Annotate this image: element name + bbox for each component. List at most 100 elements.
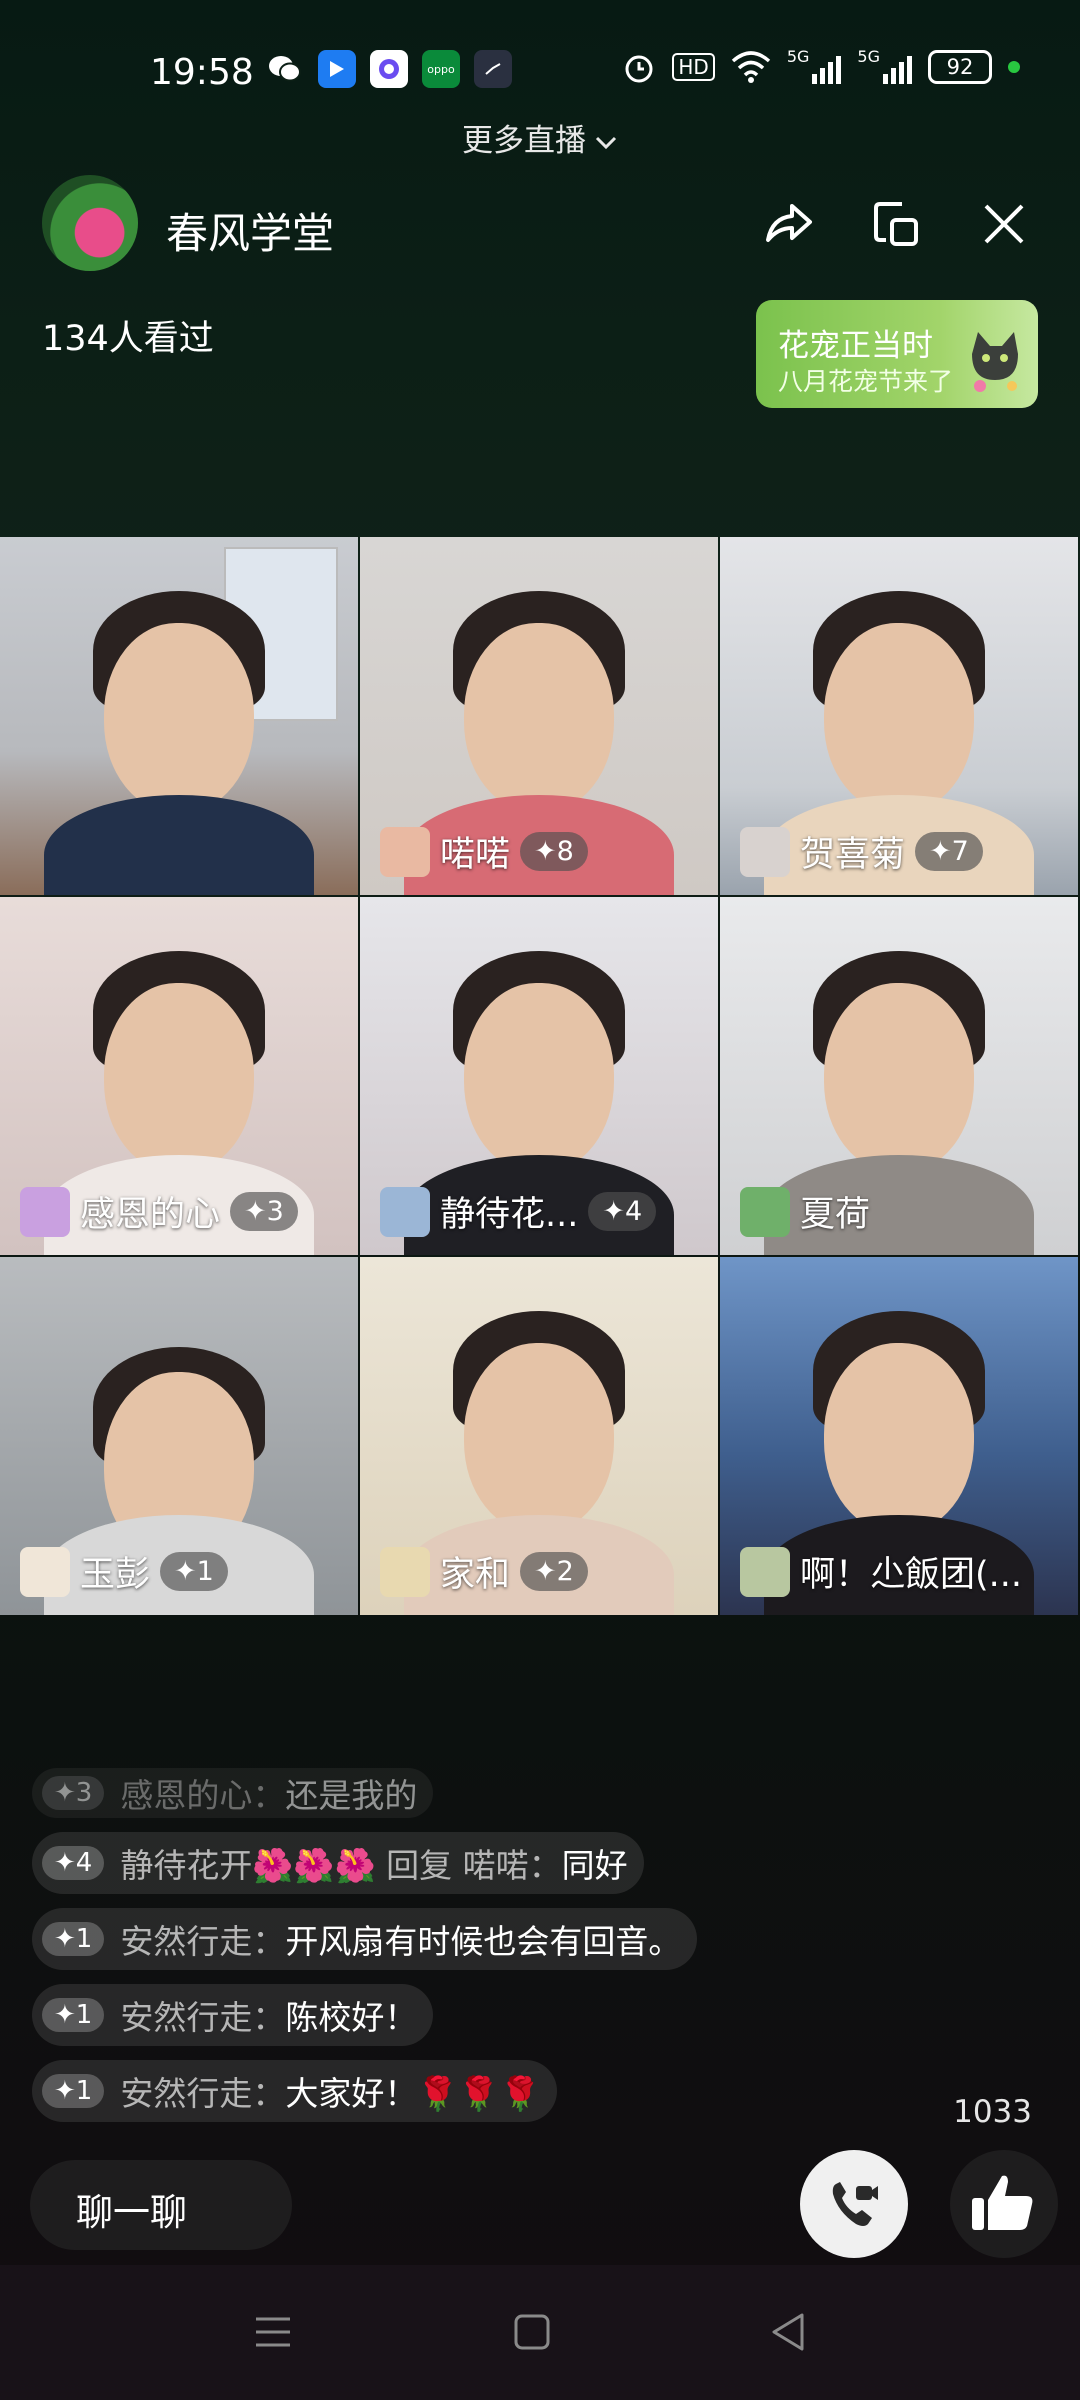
level-badge: ✦2 — [520, 1552, 588, 1591]
tile-user-label: 家和 ✦2 — [380, 1546, 588, 1597]
video-tile[interactable]: 静待花... ✦4 — [360, 897, 718, 1255]
share-icon — [766, 204, 812, 242]
chat-username[interactable]: 安然行走： — [120, 1915, 285, 1963]
user-avatar — [380, 826, 430, 877]
browser-app-icon — [370, 50, 408, 88]
home-icon[interactable] — [509, 2309, 555, 2355]
chat-text: 还是我的 — [285, 1776, 418, 1815]
user-avatar — [740, 1186, 790, 1237]
chat-text: 大家好！🌹🌹🌹 — [285, 2074, 541, 2113]
wifi-icon — [731, 51, 771, 83]
thumbs-up-icon — [972, 2175, 1033, 2230]
tile-user-label: 感恩的心 ✦3 — [20, 1186, 298, 1237]
chat-input[interactable]: 聊一聊 — [30, 2160, 292, 2250]
level-badge: ✦1 — [42, 1998, 105, 2032]
level-badge: ✦1 — [42, 1922, 105, 1956]
tile-username: 感恩的心 — [80, 1195, 221, 1235]
level-badge: ✦1 — [42, 2074, 105, 2108]
tile-username: 玉彭 — [80, 1555, 151, 1595]
privacy-dot — [1008, 61, 1020, 73]
chat-username[interactable]: 感恩的心： — [120, 1769, 285, 1817]
more-live-label: 更多直播 — [462, 123, 586, 159]
chat-text: 同好 — [561, 1846, 628, 1885]
promo-banner[interactable]: 花宠正当时 八月花宠节来了 — [756, 300, 1038, 408]
level-badge: ✦3 — [230, 1192, 298, 1231]
tile-username: 静待花... — [440, 1195, 579, 1235]
video-tile[interactable]: 夏荷 — [720, 897, 1078, 1255]
level-badge: ✦7 — [915, 832, 983, 871]
signal-icon: 5G — [857, 47, 912, 84]
video-call-button[interactable] — [800, 2150, 908, 2258]
chat-input-placeholder: 聊一聊 — [76, 2191, 187, 2234]
video-grid: 喏喏 ✦8 贺喜菊 ✦7 感恩的心 ✦3 静待花... ✦4 夏荷 玉彭 ✦1 … — [0, 537, 1080, 1615]
menu-icon[interactable] — [250, 2309, 296, 2355]
cat-illustration-icon — [972, 332, 1018, 392]
tile-user-label: 喏喏 ✦8 — [380, 826, 588, 877]
chat-username[interactable]: 安然行走： — [120, 2067, 285, 2115]
level-badge: ✦4 — [588, 1192, 657, 1231]
level-badge: ✦8 — [520, 832, 588, 871]
close-icon — [984, 204, 1024, 244]
back-icon[interactable] — [766, 2309, 812, 2355]
tile-username: 喏喏 — [440, 835, 511, 875]
tile-username: 家和 — [440, 1555, 511, 1595]
signal-icon: 5G — [787, 47, 842, 84]
channel-avatar[interactable] — [42, 175, 138, 271]
chat-text: 开风扇有时候也会有回音。 — [285, 1922, 682, 1961]
close-button[interactable] — [976, 196, 1032, 252]
chat-text: 陈校好！ — [285, 1998, 418, 2037]
promo-title: 花宠正当时 — [778, 328, 933, 364]
user-avatar — [20, 1546, 70, 1597]
tile-username: 夏荷 — [800, 1195, 871, 1235]
user-avatar — [380, 1186, 430, 1237]
phone-video-icon — [832, 2182, 878, 2226]
clock-app-icon — [474, 50, 512, 88]
user-avatar — [740, 826, 790, 877]
tile-user-label: 玉彭 ✦1 — [20, 1546, 228, 1597]
tile-username: 啊！尐飯团(... — [800, 1555, 1023, 1595]
picture-in-picture-icon — [874, 202, 918, 246]
tile-user-label: 静待花... ✦4 — [380, 1186, 657, 1237]
share-button[interactable] — [760, 196, 816, 252]
chat-username[interactable]: 静待花开🌺🌺🌺 回复 喏喏： — [120, 1839, 561, 1887]
chevron-down-icon — [594, 129, 618, 157]
status-bar: 19:58 oppo HD 5G 5G 92 — [0, 40, 1080, 104]
level-badge: ✦4 — [42, 1846, 105, 1880]
chat-message: ✦3 感恩的心： 还是我的 — [32, 1768, 434, 1818]
video-tile[interactable]: 喏喏 ✦8 — [360, 537, 718, 895]
like-button[interactable] — [950, 2150, 1058, 2258]
video-tile-host[interactable] — [0, 537, 358, 895]
promo-subtitle: 八月花宠节来了 — [778, 367, 954, 396]
video-tile[interactable]: 感恩的心 ✦3 — [0, 897, 358, 1255]
battery-indicator: 92 — [928, 50, 992, 84]
channel-name[interactable]: 春风学堂 — [166, 200, 334, 261]
chat-messages: ✦3 感恩的心： 还是我的 ✦4 静待花开🌺🌺🌺 回复 喏喏： 同好 ✦1 安然… — [32, 1768, 812, 2136]
video-tile[interactable]: 家和 ✦2 — [360, 1257, 718, 1615]
more-live-dropdown[interactable]: 更多直播 — [0, 115, 1080, 160]
tile-user-label: 夏荷 — [740, 1186, 870, 1237]
minimize-window-button[interactable] — [868, 196, 924, 252]
chat-message: ✦4 静待花开🌺🌺🌺 回复 喏喏： 同好 — [32, 1832, 644, 1894]
tile-username: 贺喜菊 — [800, 835, 906, 875]
system-status: HD 5G 5G 92 — [622, 47, 1020, 84]
alarm-icon — [625, 55, 653, 83]
level-badge: ✦3 — [42, 1776, 105, 1810]
wechat-icon — [266, 50, 304, 88]
user-avatar — [740, 1546, 790, 1597]
video-tile[interactable]: 玉彭 ✦1 — [0, 1257, 358, 1615]
user-avatar — [20, 1186, 70, 1237]
tile-user-label: 贺喜菊 ✦7 — [740, 826, 983, 877]
hd-icon: HD — [672, 53, 715, 81]
notification-icons: oppo — [266, 50, 512, 88]
viewer-count: 134人看过 — [42, 319, 214, 359]
user-avatar — [380, 1546, 430, 1597]
video-tile[interactable]: 贺喜菊 ✦7 — [720, 537, 1078, 895]
chat-username[interactable]: 安然行走： — [120, 1991, 285, 2039]
oppo-app-icon: oppo — [422, 50, 460, 88]
system-nav-bar — [0, 2265, 1080, 2400]
video-tile[interactable]: 啊！尐飯团(... — [720, 1257, 1078, 1615]
chat-message: ✦1 安然行走： 陈校好！ — [32, 1984, 434, 2046]
chat-message: ✦1 安然行走： 大家好！🌹🌹🌹 — [32, 2060, 557, 2122]
level-badge: ✦1 — [160, 1552, 228, 1591]
status-time: 19:58 — [150, 52, 254, 93]
